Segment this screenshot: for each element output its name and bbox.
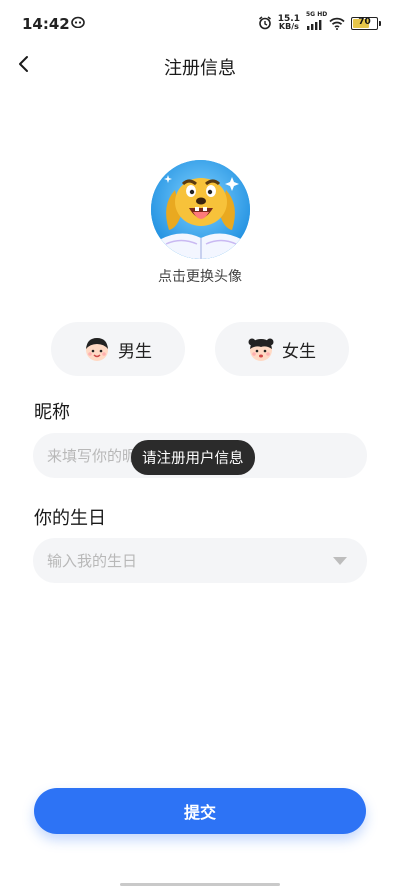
page-title: 注册信息: [164, 58, 236, 79]
gender-female-label: 女生: [282, 341, 316, 362]
net-speed: 15.1 KB/s: [278, 15, 300, 31]
gender-male-button[interactable]: 男生: [51, 322, 185, 376]
home-indicator[interactable]: [120, 883, 280, 886]
change-avatar-link[interactable]: 点击更换头像: [0, 266, 400, 286]
battery-icon: 70: [351, 16, 381, 30]
avatar[interactable]: [151, 160, 250, 259]
triangle-down-icon: [333, 556, 347, 565]
battery-level: 70: [358, 16, 371, 27]
submit-button[interactable]: 提交: [34, 788, 366, 834]
notification-face-icon: [71, 16, 85, 28]
birthday-select[interactable]: 输入我的生日: [33, 538, 367, 583]
status-time: 14:42: [22, 15, 70, 33]
wifi-icon: [329, 17, 345, 30]
dog-mascot-avatar-icon: [151, 160, 250, 259]
alarm-icon: [258, 16, 271, 30]
toast-message: 请注册用户信息: [131, 440, 255, 475]
cell-signal: 5G HD: [306, 11, 327, 31]
birthday-placeholder: 输入我的生日: [47, 552, 138, 570]
gender-female-button[interactable]: 女生: [215, 322, 349, 376]
gender-male-label: 男生: [118, 341, 152, 362]
signal-label: 5G HD: [306, 11, 328, 18]
net-speed-unit: KB/s: [278, 22, 299, 31]
birthday-label: 你的生日: [34, 508, 106, 529]
boy-face-icon: [86, 338, 108, 361]
status-bar: 14:42 15.1 KB/s 5G HD 70: [0, 0, 400, 46]
girl-face-icon: [248, 338, 274, 361]
nickname-label: 昵称: [34, 402, 70, 423]
status-icons: 15.1 KB/s 5G HD 70: [258, 11, 381, 32]
